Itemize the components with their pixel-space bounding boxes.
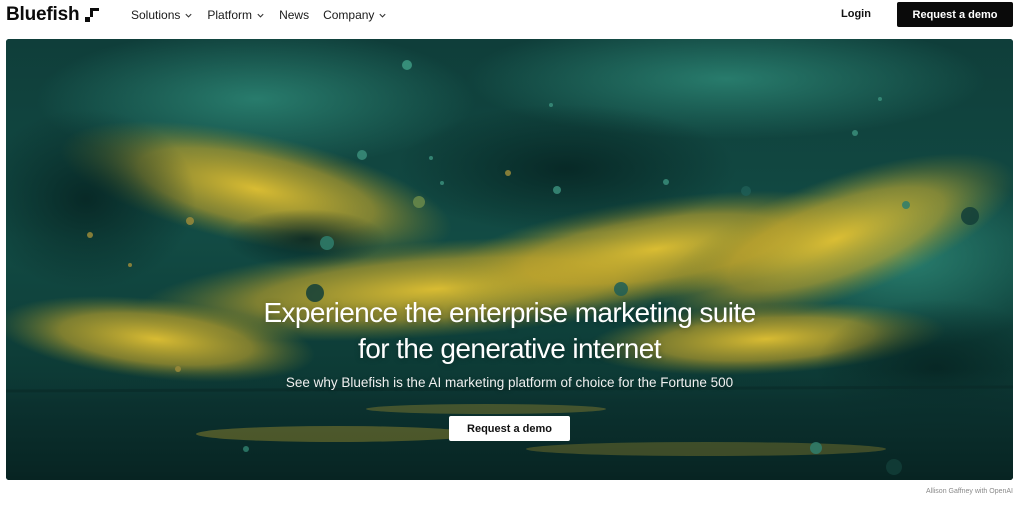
request-demo-button[interactable]: Request a demo [897,2,1013,27]
hero-title-line-2: for the generative internet [358,333,661,364]
login-link[interactable]: Login [841,8,871,20]
menu-item-label: Solutions [131,8,181,22]
top-navigation: Bluefish Solutions Platform News Company… [0,0,1024,34]
logo-text: Bluefish [6,4,80,25]
menu-item-label: Platform [207,8,253,22]
menu-item-platform[interactable]: Platform [207,8,265,22]
main-menu: Solutions Platform News Company [131,8,387,22]
menu-item-solutions[interactable]: Solutions [131,8,193,22]
hero-title-line-1: Experience the enterprise marketing suit… [263,297,756,328]
menu-item-label: Company [323,8,375,22]
hero-title: Experience the enterprise marketing suit… [156,295,863,367]
image-credit: Allison Gaffney with OpenAI [925,488,1013,495]
menu-item-news[interactable]: News [279,8,309,22]
menu-item-company[interactable]: Company [323,8,387,22]
chevron-down-icon [185,13,192,18]
chevron-down-icon [379,13,387,18]
chevron-down-icon [257,13,264,18]
menu-item-label: News [279,8,310,22]
hero-content: Experience the enterprise marketing suit… [6,39,1013,480]
hero-request-demo-button[interactable]: Request a demo [449,416,570,441]
bluefish-logo-icon [85,8,100,22]
hero-subtitle: See why Bluefish is the AI marketing pla… [285,375,734,390]
logo[interactable]: Bluefish [6,4,100,26]
hero-section: Experience the enterprise marketing suit… [6,39,1013,480]
